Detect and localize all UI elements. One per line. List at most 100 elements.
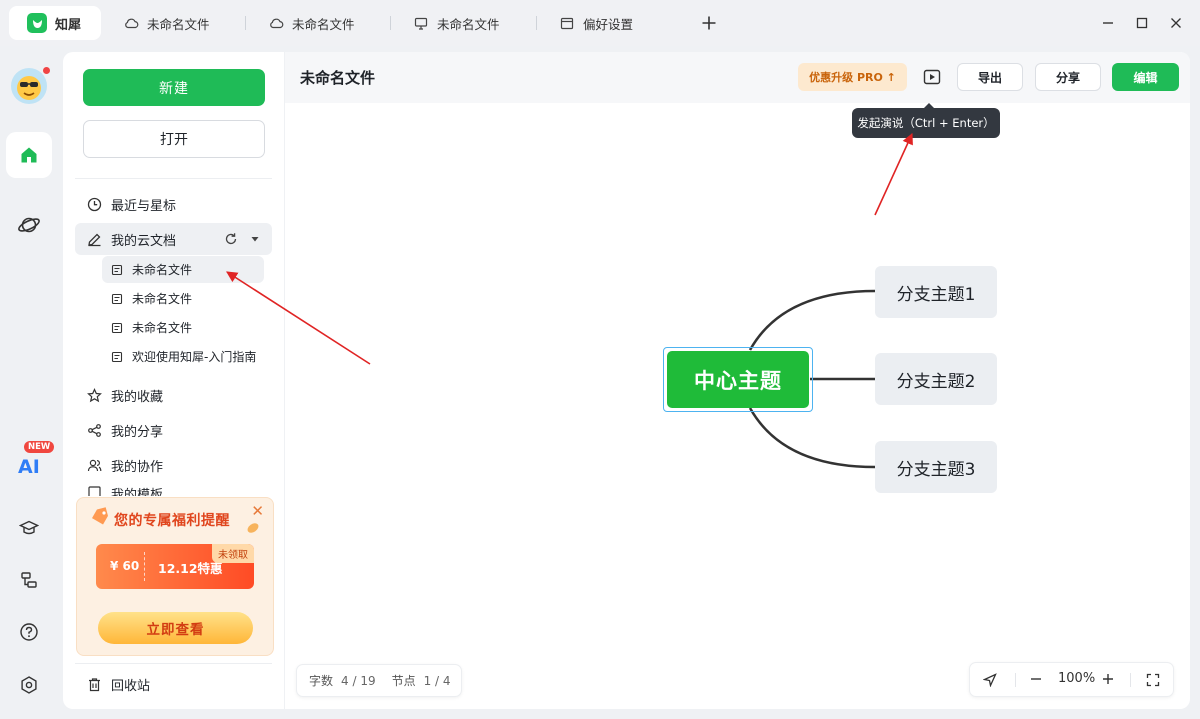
file-name: 未命名文件 bbox=[132, 263, 193, 277]
file-name: 未命名文件 bbox=[132, 321, 193, 335]
open-button[interactable]: 打开 bbox=[83, 120, 265, 158]
navigate-icon bbox=[982, 673, 997, 688]
minus-icon bbox=[1031, 678, 1041, 680]
file-item[interactable]: 未命名文件 bbox=[102, 314, 264, 341]
home-icon bbox=[21, 147, 37, 163]
rail-help[interactable] bbox=[6, 609, 52, 655]
structure-icon bbox=[21, 572, 37, 588]
divider bbox=[75, 178, 272, 179]
present-button[interactable] bbox=[919, 63, 945, 91]
add-tab-button[interactable] bbox=[699, 13, 719, 33]
center-topic-node[interactable]: 中心主题 bbox=[667, 351, 809, 408]
tab-divider bbox=[536, 16, 537, 30]
tab-home[interactable]: 知犀 bbox=[9, 6, 101, 40]
export-button[interactable]: 导出 bbox=[957, 63, 1023, 91]
sidebar-item-label: 我的模板 bbox=[111, 488, 164, 496]
close-window-button[interactable] bbox=[1166, 13, 1186, 33]
share-button[interactable]: 分享 bbox=[1035, 63, 1101, 91]
coupon[interactable]: ¥ 60 12.12特惠 未领取 bbox=[96, 544, 254, 589]
tab-label: 知犀 bbox=[55, 17, 82, 33]
tab-file-2[interactable]: 未命名文件 bbox=[268, 6, 355, 40]
gift-tag-icon bbox=[89, 506, 111, 532]
sidebar-item-label: 我的云文档 bbox=[111, 233, 177, 249]
document-stats: 字数 4 / 19 节点 1 / 4 bbox=[296, 664, 462, 697]
sidebar-item-label: 我的收藏 bbox=[111, 389, 164, 405]
branch-topic-node[interactable]: 分支主题1 bbox=[875, 266, 997, 318]
refresh-icon[interactable] bbox=[223, 231, 239, 247]
rail-explore[interactable] bbox=[6, 202, 52, 248]
play-icon bbox=[923, 69, 941, 85]
locate-button[interactable] bbox=[982, 673, 997, 691]
users-icon bbox=[86, 457, 102, 473]
plus-icon bbox=[702, 16, 716, 30]
rail-ai[interactable]: NEW AI bbox=[10, 440, 55, 480]
node-count-value: 1 / 4 bbox=[423, 673, 451, 688]
minimize-icon bbox=[1103, 22, 1113, 24]
divider bbox=[1130, 673, 1131, 687]
close-icon bbox=[1171, 18, 1181, 28]
document-title[interactable]: 未命名文件 bbox=[300, 67, 375, 88]
word-count-label: 字数 bbox=[309, 674, 334, 688]
branch-topic-node[interactable]: 分支主题3 bbox=[875, 441, 997, 493]
zoom-in-button[interactable] bbox=[1102, 672, 1114, 690]
sidebar-item-collaboration[interactable]: 我的协作 bbox=[75, 449, 272, 481]
tab-preferences[interactable]: 偏好设置 bbox=[559, 6, 633, 40]
app-logo-icon bbox=[27, 13, 47, 33]
node-count-label: 节点 bbox=[391, 674, 416, 688]
connector-branch-3 bbox=[748, 407, 876, 469]
sidebar-item-label: 最近与星标 bbox=[111, 198, 177, 214]
sidebar-item-trash[interactable]: 回收站 bbox=[75, 668, 272, 700]
sidebar-item-shared[interactable]: 我的分享 bbox=[75, 414, 272, 446]
rail-academy[interactable] bbox=[6, 505, 52, 551]
file-item[interactable]: 欢迎使用知犀-入门指南 bbox=[102, 343, 264, 370]
file-item[interactable]: 未命名文件 bbox=[102, 285, 264, 312]
edit-button[interactable]: 编辑 bbox=[1112, 63, 1179, 91]
maximize-icon bbox=[1136, 17, 1148, 29]
promo-card[interactable]: 您的专属福利提醒 ✕ ¥ 60 12.12特惠 未领取 立即查看 bbox=[76, 497, 274, 656]
tab-label: 未命名文件 bbox=[437, 16, 500, 32]
cloud-icon bbox=[123, 15, 139, 31]
sidebar-item-cloud-docs[interactable]: 我的云文档 bbox=[75, 223, 272, 255]
sidebar-item-templates[interactable]: 我的模板 bbox=[75, 484, 272, 496]
minimize-button[interactable] bbox=[1098, 13, 1118, 33]
fullscreen-button[interactable] bbox=[1146, 673, 1160, 691]
view-now-button[interactable]: 立即查看 bbox=[98, 612, 253, 644]
coupon-divider bbox=[144, 552, 145, 581]
promo-close-button[interactable]: ✕ bbox=[251, 502, 264, 520]
file-name: 未命名文件 bbox=[132, 292, 193, 306]
document-icon bbox=[109, 291, 125, 307]
graduation-cap-icon bbox=[19, 520, 39, 535]
trash-icon bbox=[86, 676, 102, 692]
fullscreen-icon bbox=[1146, 673, 1160, 687]
branch-topic-node[interactable]: 分支主题2 bbox=[875, 353, 997, 405]
template-icon bbox=[86, 484, 102, 496]
rail-settings[interactable] bbox=[6, 662, 52, 708]
zoom-out-button[interactable] bbox=[1030, 672, 1042, 690]
rail-home[interactable] bbox=[6, 132, 52, 178]
maximize-button[interactable] bbox=[1132, 13, 1152, 33]
sidebar-item-favorites[interactable]: 我的收藏 bbox=[75, 379, 272, 411]
coin-icon bbox=[245, 520, 261, 540]
star-icon bbox=[86, 387, 102, 403]
divider bbox=[75, 663, 272, 664]
tab-file-3[interactable]: 未命名文件 bbox=[413, 6, 500, 40]
coupon-amount: ¥ 60 bbox=[110, 559, 140, 573]
sidebar-item-recent[interactable]: 最近与星标 bbox=[75, 188, 272, 220]
avatar-face-icon bbox=[17, 76, 41, 100]
plus-icon bbox=[1103, 674, 1113, 684]
tab-label: 偏好设置 bbox=[583, 16, 634, 32]
new-button[interactable]: 新建 bbox=[83, 69, 265, 106]
upgrade-pro-button[interactable]: 优惠升级 PRO ↑ bbox=[798, 63, 907, 91]
word-count-value: 4 / 19 bbox=[341, 673, 376, 688]
file-item[interactable]: 未命名文件 bbox=[102, 256, 264, 283]
document-icon bbox=[109, 320, 125, 336]
clock-icon bbox=[86, 196, 102, 212]
tab-file-1[interactable]: 未命名文件 bbox=[123, 6, 210, 40]
caret-down-icon[interactable] bbox=[247, 231, 263, 247]
notification-dot bbox=[43, 67, 50, 74]
avatar[interactable] bbox=[11, 68, 47, 104]
rail-templates[interactable] bbox=[6, 557, 52, 603]
sidebar-item-label: 我的协作 bbox=[111, 459, 164, 475]
sidebar: 新建 打开 最近与星标 我的云文档 未命名文件 未命名文件 未命名文件 欢迎使用… bbox=[63, 52, 284, 709]
promo-title: 您的专属福利提醒 bbox=[114, 513, 230, 529]
